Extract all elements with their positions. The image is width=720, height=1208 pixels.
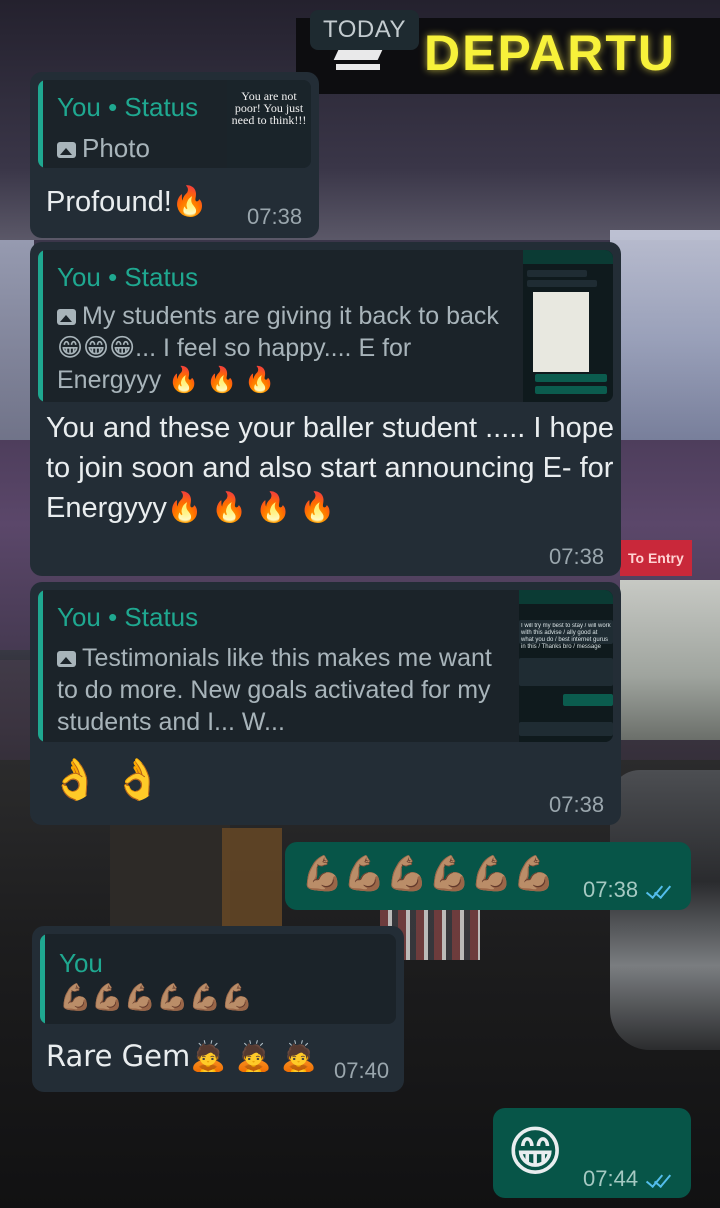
message-time: 07:38: [583, 877, 639, 902]
reply-quote[interactable]: You • Status My students are giving it b…: [38, 250, 613, 402]
thumbnail-bubble: [535, 374, 607, 382]
message-time: 07:38: [247, 204, 303, 229]
message-text: 👌 👌: [50, 757, 163, 803]
plane-icon: [336, 64, 380, 70]
message-time: 07:44: [583, 1166, 639, 1191]
quote-text: My students are giving it back to back 😁…: [57, 302, 499, 394]
wallpaper-person: [110, 820, 230, 940]
thumbnail-text: You are not poor! You just need to think…: [231, 89, 307, 127]
incoming-message[interactable]: You • Status Photo You are not poor! You…: [30, 72, 319, 238]
quote-author: You: [59, 948, 103, 978]
thumbnail-bubble: [527, 270, 587, 277]
wallpaper-sign-text: DEPARTU: [424, 25, 676, 81]
incoming-message[interactable]: You • Status My students are giving it b…: [30, 242, 621, 576]
message-text: Profound!🔥: [46, 186, 208, 218]
plane-icon: [333, 50, 383, 60]
read-receipt-icon: [644, 1170, 674, 1188]
message-time: 07:38: [549, 544, 605, 569]
status-thumbnail: I will try my best to stay / will work w…: [519, 590, 613, 742]
message-text: 😁: [507, 1120, 564, 1183]
date-separator: TODAY: [310, 10, 419, 50]
thumbnail-header: [519, 590, 613, 604]
thumbnail-input: [519, 722, 613, 736]
thumbnail-header: [523, 250, 613, 264]
wallpaper-cabinet: [222, 828, 282, 938]
image-icon: [57, 142, 76, 158]
quote-text: 💪🏽💪🏽💪🏽💪🏽💪🏽💪🏽: [59, 983, 254, 1013]
message-time: 07:38: [549, 792, 605, 817]
quote-author: You • Status: [57, 92, 199, 122]
thumbnail-bubble: [535, 386, 607, 394]
image-icon: [57, 651, 76, 667]
quote-author: You • Status: [57, 602, 199, 632]
incoming-message[interactable]: You • Status Testimonials like this make…: [30, 582, 621, 825]
wallpaper-shop-sign-text: To Entry: [628, 550, 684, 566]
status-thumbnail: You are not poor! You just need to think…: [227, 80, 311, 168]
quote-author: You • Status: [57, 262, 199, 292]
reply-quote[interactable]: You • Status Testimonials like this make…: [38, 590, 613, 742]
wallpaper-car: [610, 770, 720, 1050]
message-text: Rare Gem🙇 🙇 🙇: [46, 1039, 317, 1073]
wallpaper-storefront: [620, 580, 720, 740]
reply-quote[interactable]: You • Status Photo You are not poor! You…: [38, 80, 311, 168]
outgoing-message[interactable]: 💪🏽💪🏽💪🏽💪🏽💪🏽💪🏽 07:38: [285, 842, 691, 910]
status-thumbnail: [523, 250, 613, 402]
incoming-message[interactable]: You 💪🏽💪🏽💪🏽💪🏽💪🏽💪🏽 Rare Gem🙇 🙇 🙇 07:40: [32, 926, 404, 1092]
outgoing-message[interactable]: 😁 07:44: [493, 1108, 691, 1198]
read-receipt-icon: [644, 881, 674, 899]
image-icon: [57, 309, 76, 325]
thumbnail-bubble: [527, 280, 597, 287]
message-text: You and these your baller student ..... …: [46, 412, 615, 524]
reply-quote[interactable]: You 💪🏽💪🏽💪🏽💪🏽💪🏽💪🏽: [40, 934, 396, 1024]
wallpaper-window: [610, 230, 720, 450]
thumbnail-document: [533, 292, 589, 372]
quote-text: Photo: [82, 133, 150, 163]
message-text: 💪🏽💪🏽💪🏽💪🏽💪🏽💪🏽: [301, 854, 556, 894]
quote-text: Testimonials like this makes me want to …: [57, 644, 492, 736]
message-time: 07:40: [334, 1058, 390, 1083]
thumbnail-text: I will try my best to stay / will work w…: [521, 623, 611, 650]
